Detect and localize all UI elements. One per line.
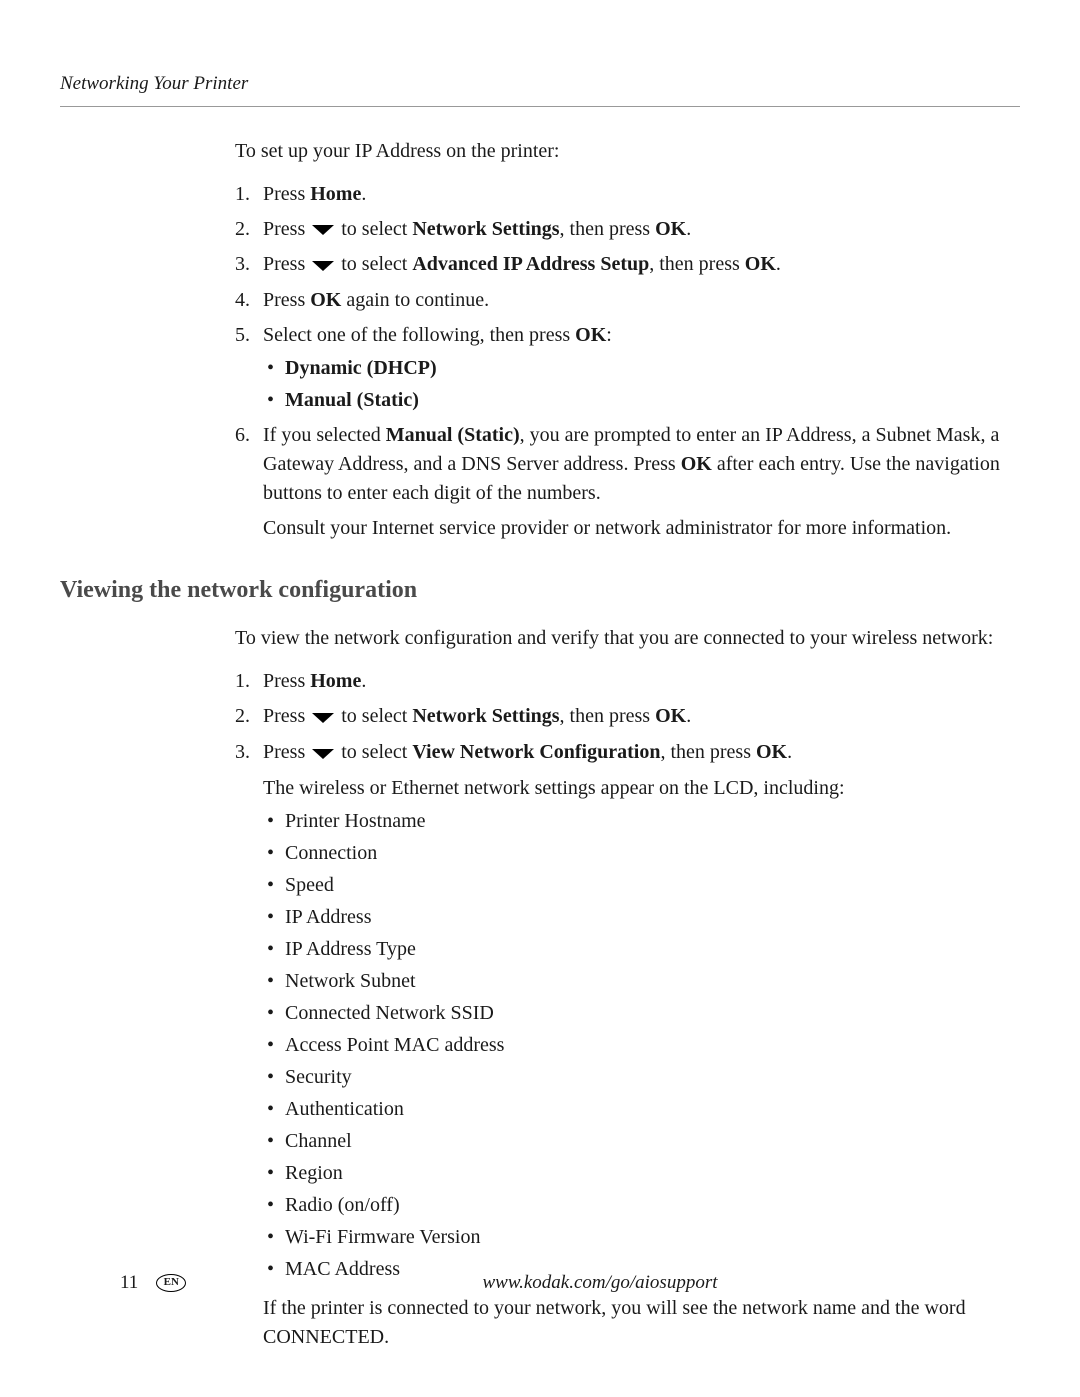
option-static: Manual (Static) bbox=[263, 386, 1020, 415]
list-item: Access Point MAC address bbox=[263, 1031, 1020, 1060]
list-item: Channel bbox=[263, 1127, 1020, 1156]
step-1b: Press Home. bbox=[235, 667, 1020, 696]
list-item: Radio (on/off) bbox=[263, 1191, 1020, 1220]
step-2b: Press to select Network Settings, then p… bbox=[235, 702, 1020, 732]
footer-left: 11 EN bbox=[120, 1269, 186, 1297]
step-3b: Press to select View Network Configurati… bbox=[235, 738, 1020, 1352]
section-view-network: To view the network configuration and ve… bbox=[235, 624, 1020, 1352]
page-number: 11 bbox=[120, 1269, 138, 1297]
step-5: Select one of the following, then press … bbox=[235, 321, 1020, 415]
closing-note: If the printer is connected to your netw… bbox=[263, 1294, 1020, 1352]
step-6: If you selected Manual (Static), you are… bbox=[235, 421, 1020, 543]
step-5-options: Dynamic (DHCP) Manual (Static) bbox=[263, 354, 1020, 415]
down-arrow-icon bbox=[312, 739, 334, 768]
list-item: Connected Network SSID bbox=[263, 999, 1020, 1028]
language-badge: EN bbox=[156, 1274, 186, 1292]
list-item: IP Address bbox=[263, 903, 1020, 932]
section-ip-setup: To set up your IP Address on the printer… bbox=[235, 137, 1020, 544]
footer-url: www.kodak.com/go/aiosupport bbox=[482, 1272, 717, 1293]
list-item: Network Subnet bbox=[263, 967, 1020, 996]
down-arrow-icon bbox=[312, 703, 334, 732]
down-arrow-icon bbox=[312, 251, 334, 280]
section-title: Networking Your Printer bbox=[60, 73, 248, 94]
list-item: Wi-Fi Firmware Version bbox=[263, 1223, 1020, 1252]
option-dhcp: Dynamic (DHCP) bbox=[263, 354, 1020, 383]
step-3: Press to select Advanced IP Address Setu… bbox=[235, 250, 1020, 280]
step-6-note: Consult your Internet service provider o… bbox=[263, 514, 1020, 543]
heading-view-network-config: Viewing the network configuration bbox=[60, 573, 1020, 608]
list-item: IP Address Type bbox=[263, 935, 1020, 964]
page-footer: 11 EN www.kodak.com/go/aiosupport bbox=[120, 1269, 1080, 1297]
list-item: Connection bbox=[263, 839, 1020, 868]
list-item: Speed bbox=[263, 871, 1020, 900]
steps-list-1: Press Home. Press to select Network Sett… bbox=[235, 180, 1020, 544]
steps-list-2: Press Home. Press to select Network Sett… bbox=[235, 667, 1020, 1352]
step-1: Press Home. bbox=[235, 180, 1020, 209]
list-item: Printer Hostname bbox=[263, 807, 1020, 836]
intro-text: To set up your IP Address on the printer… bbox=[235, 137, 1020, 166]
intro-text-2: To view the network configuration and ve… bbox=[235, 624, 1020, 653]
list-item: Security bbox=[263, 1063, 1020, 1092]
network-settings-list: Printer Hostname Connection Speed IP Addres… bbox=[263, 807, 1020, 1284]
page-header: Networking Your Printer bbox=[60, 70, 1020, 107]
down-arrow-icon bbox=[312, 215, 334, 244]
step-2: Press to select Network Settings, then p… bbox=[235, 215, 1020, 245]
list-item: Authentication bbox=[263, 1095, 1020, 1124]
step-4: Press OK again to continue. bbox=[235, 286, 1020, 315]
list-item: Region bbox=[263, 1159, 1020, 1188]
step-3b-note: The wireless or Ethernet network setting… bbox=[263, 774, 1020, 803]
